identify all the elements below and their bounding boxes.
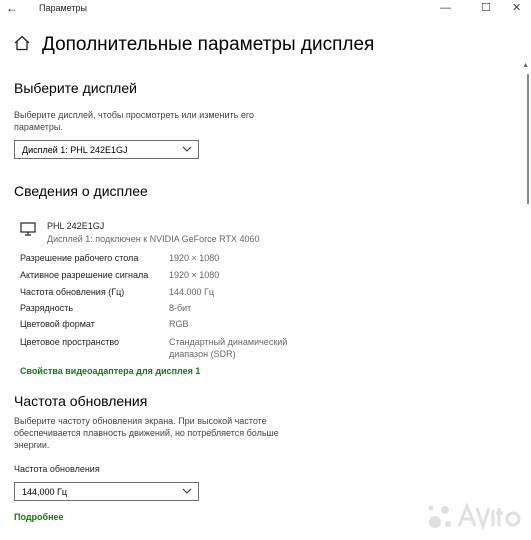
display-dropdown[interactable]: Дисплей 1: PHL 242E1GJ <box>14 140 199 159</box>
scroll-up-arrow-icon[interactable]: ▲ <box>522 62 529 69</box>
select-display-heading: Выберите дисплей <box>14 80 137 96</box>
display-dropdown-value: Дисплей 1: PHL 242E1GJ <box>22 145 128 155</box>
adapter-properties-link[interactable]: Свойства видеоадаптера для дисплея 1 <box>20 365 200 377</box>
minimize-button[interactable]: — <box>440 1 451 15</box>
monitor-icon <box>20 222 36 236</box>
refresh-rate-dropdown[interactable]: 144,000 Гц <box>14 482 199 501</box>
home-icon[interactable] <box>13 35 31 51</box>
select-display-description: Выберите дисплей, чтобы просмотреть или … <box>14 110 254 132</box>
refresh-rate-dropdown-value: 144,000 Гц <box>22 487 68 497</box>
chevron-down-icon <box>182 488 192 494</box>
info-row-label: Активное разрешение сигнала <box>20 270 149 280</box>
info-row-value: 144.000 Гц <box>169 287 215 297</box>
chevron-down-icon <box>182 146 192 152</box>
learn-more-link[interactable]: Подробнее <box>14 511 64 523</box>
info-row-label: Цветовой формат <box>20 319 95 329</box>
window-title: Параметры <box>39 3 87 13</box>
info-row-value: RGB <box>169 319 189 329</box>
title-bar: ← Параметры — ☐ ✕ <box>0 0 531 18</box>
back-arrow-icon[interactable]: ← <box>6 1 18 15</box>
refresh-rate-label: Частота обновления <box>14 464 100 474</box>
display-info-heading: Сведения о дисплее <box>14 183 148 199</box>
info-row-value: 1920 × 1080 <box>169 253 220 263</box>
monitor-subtitle: Дисплей 1: подключен к NVIDIA GeForce RT… <box>47 234 260 244</box>
info-row-label: Разрешение рабочего стола <box>20 253 139 263</box>
maximize-button[interactable]: ☐ <box>481 1 491 15</box>
watermark-logo-icon <box>428 501 521 531</box>
info-row-value: Стандартный динамический диапазон (SDR) <box>169 337 288 359</box>
info-row-value: 1920 × 1080 <box>169 270 220 280</box>
info-row-value: 8-бит <box>169 303 192 313</box>
monitor-name: PHL 242E1GJ <box>47 221 105 231</box>
page-title: Дополнительные параметры дисплея <box>42 34 375 55</box>
info-row-label: Частота обновления (Гц) <box>20 287 125 297</box>
refresh-rate-description: Выберите частоту обновления экрана. При … <box>14 416 279 450</box>
close-button[interactable]: ✕ <box>512 1 521 15</box>
refresh-rate-heading: Частота обновления <box>14 393 148 409</box>
info-row-label: Разрядность <box>20 303 74 313</box>
scrollbar-thumb[interactable] <box>527 74 529 204</box>
info-row-label: Цветовое пространство <box>20 337 120 347</box>
